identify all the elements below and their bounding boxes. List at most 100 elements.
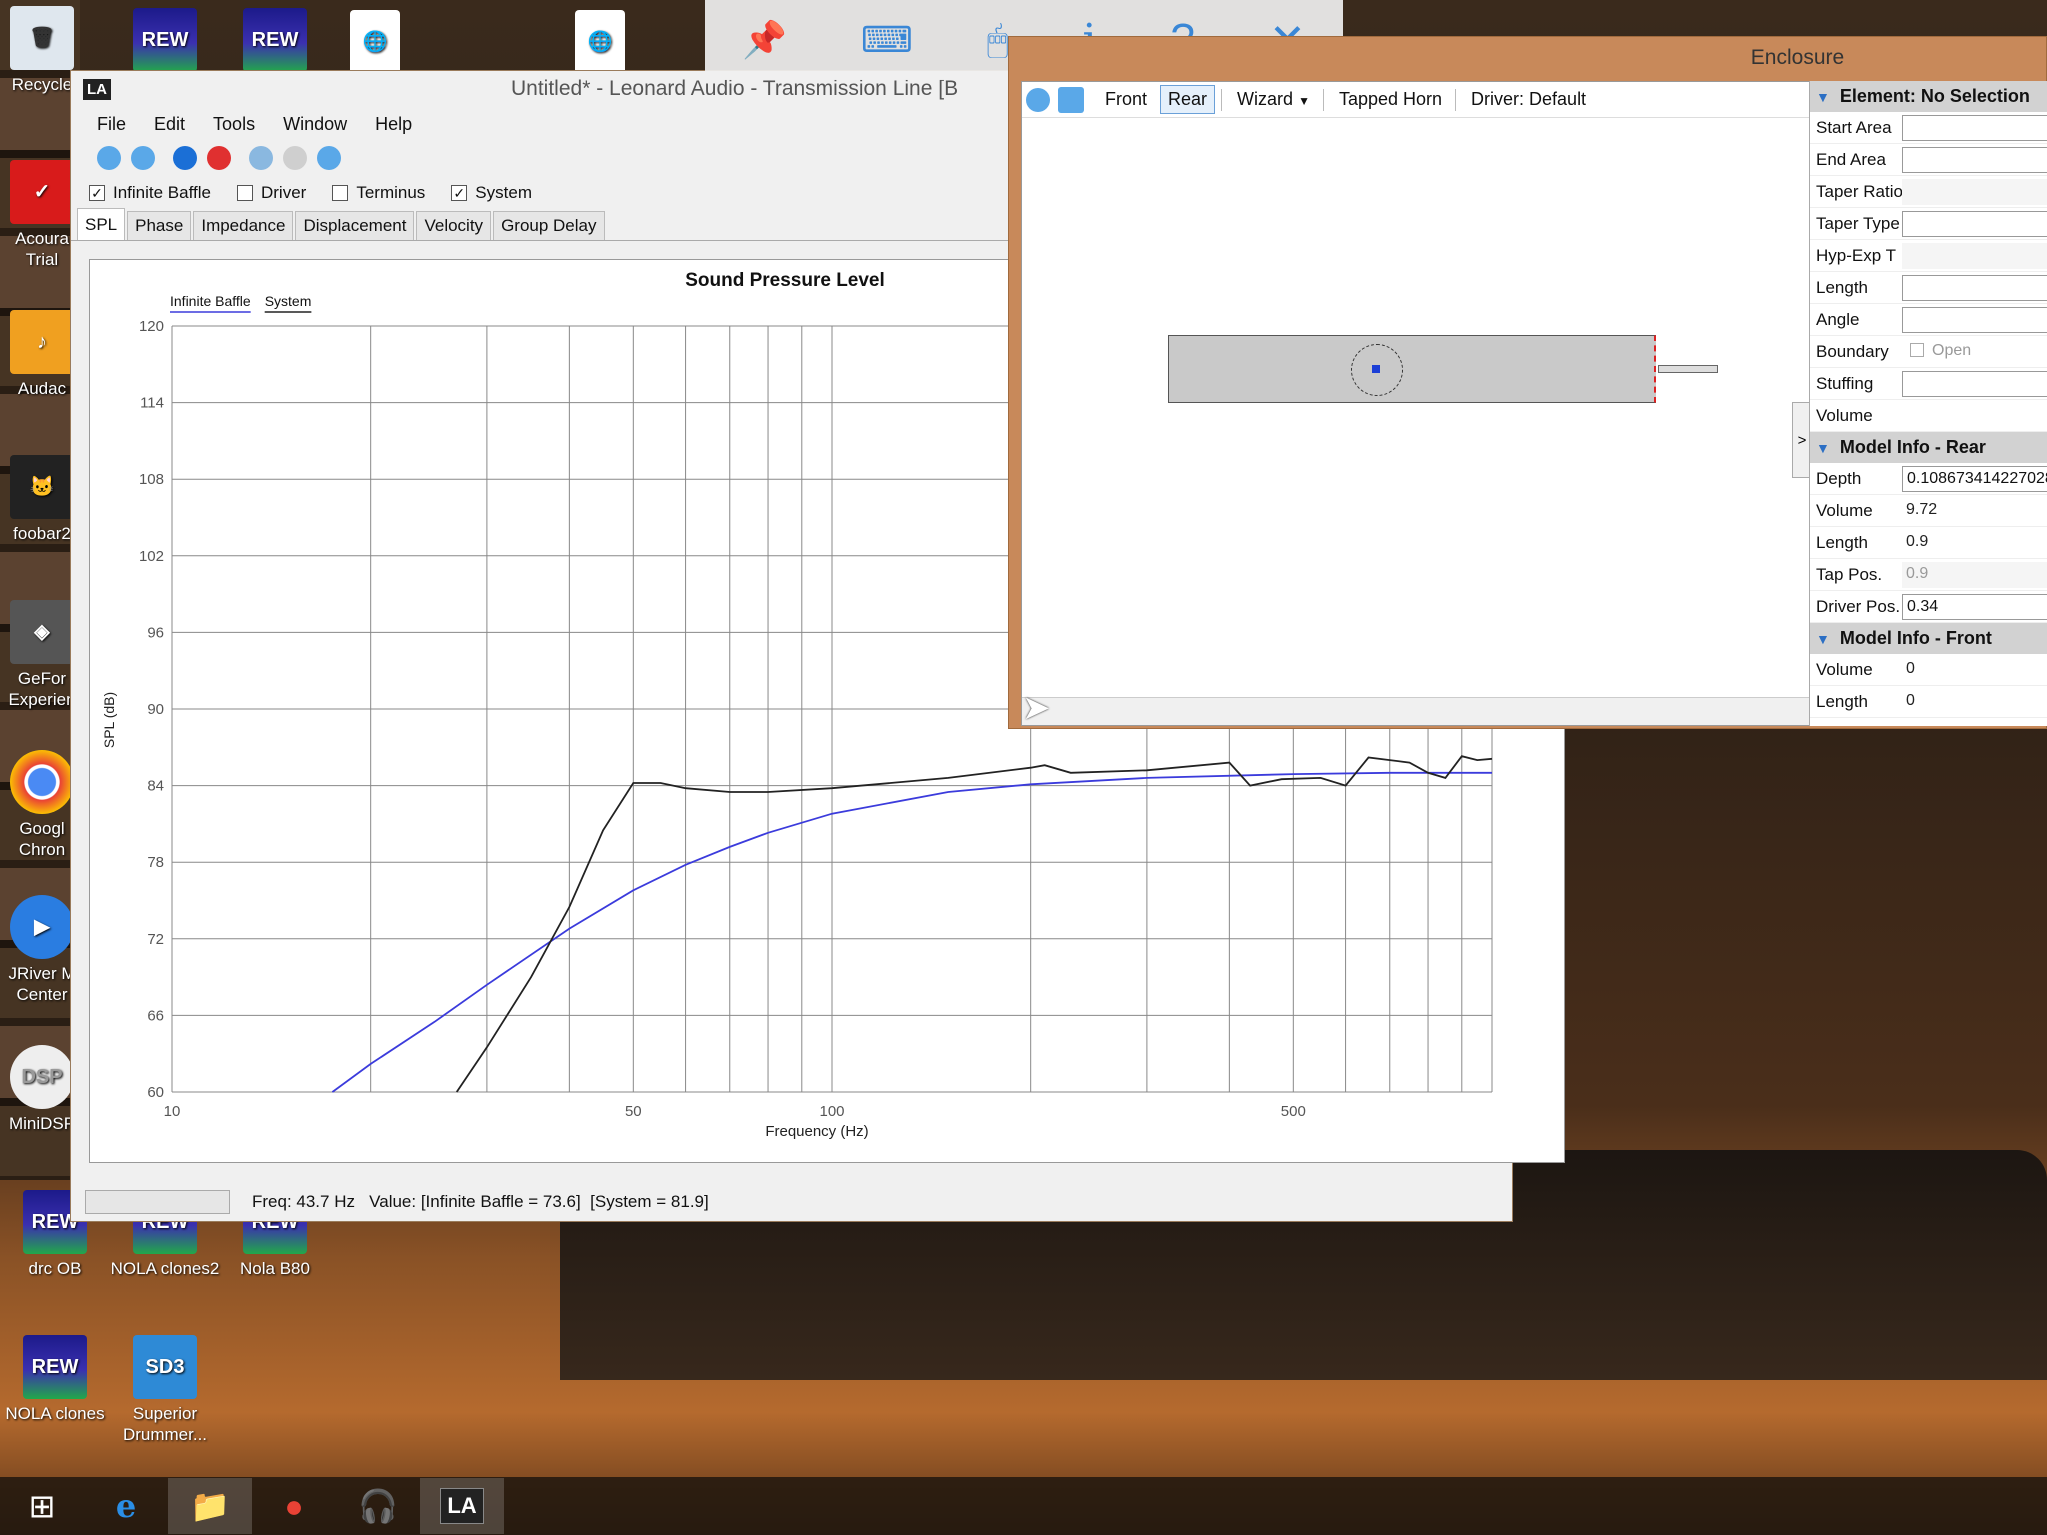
enclosure-title[interactable]: Enclosure bbox=[1009, 37, 2046, 79]
rear-section-header[interactable]: ▼ Model Info - Rear bbox=[1810, 432, 2047, 463]
property-value[interactable] bbox=[1902, 370, 2047, 397]
wizard-dropdown[interactable]: Wizard ▼ bbox=[1230, 86, 1317, 113]
sd3-badge: SD3 bbox=[145, 1355, 185, 1378]
tab-spl[interactable]: SPL bbox=[77, 208, 126, 240]
property-value bbox=[1902, 178, 2047, 205]
menu-help[interactable]: Help bbox=[375, 114, 412, 135]
toolbar-separator bbox=[1455, 88, 1457, 111]
property-value[interactable] bbox=[1902, 114, 2047, 141]
driver-selector[interactable]: Driver: Default bbox=[1464, 86, 1593, 113]
tab-phase[interactable]: Phase bbox=[127, 211, 192, 240]
property-row: Taper Type bbox=[1810, 208, 2047, 240]
front-button[interactable]: Front bbox=[1098, 86, 1154, 113]
desktop-icon-document-2[interactable]: 🌐 bbox=[555, 10, 645, 78]
rear-button[interactable]: Rear bbox=[1160, 85, 1216, 114]
windows-start-icon[interactable]: ⊞ bbox=[0, 1478, 84, 1534]
checkbox-system[interactable]: ✓ System bbox=[451, 183, 532, 203]
property-label: End Area bbox=[1816, 149, 1886, 169]
record-red-icon[interactable] bbox=[207, 146, 231, 170]
desktop-icon-label: Recycle bbox=[11, 75, 73, 94]
desktop-icon-superior-drummer[interactable]: SD3 Superior Drummer... bbox=[110, 1335, 220, 1445]
property-value: 9.72 bbox=[1906, 500, 1938, 518]
x-axis-label: Frequency (Hz) bbox=[765, 1123, 868, 1140]
property-value[interactable] bbox=[1902, 146, 2047, 173]
pin-icon[interactable]: 📌 bbox=[742, 19, 787, 61]
open-icon[interactable] bbox=[131, 146, 155, 170]
desktop-icon-label: Audac bbox=[17, 379, 67, 398]
explorer-icon[interactable]: 📁 bbox=[168, 1478, 252, 1534]
desktop-icon-nola-clones[interactable]: REW NOLA clones bbox=[0, 1335, 110, 1424]
headphones-icon[interactable]: 🎧 bbox=[336, 1478, 420, 1534]
new-icon[interactable] bbox=[97, 146, 121, 170]
rew-icon: REW bbox=[243, 8, 307, 72]
property-row: Stuffing bbox=[1810, 368, 2047, 400]
enclosure-canvas[interactable]: Front Rear Wizard ▼ Tapped Horn Driver: … bbox=[1021, 81, 1813, 726]
checkbox-terminus[interactable]: Terminus bbox=[332, 183, 425, 203]
mouse-icon[interactable]: 🖱 bbox=[987, 19, 1009, 62]
enclosure-box[interactable] bbox=[1168, 335, 1656, 403]
property-label: Tap Pos. bbox=[1816, 564, 1883, 584]
property-value[interactable] bbox=[1902, 210, 2047, 237]
property-row: Depth 0.108673414227028 bbox=[1810, 463, 2047, 495]
boundary-open-checkbox[interactable]: Open bbox=[1902, 339, 2047, 365]
tab-group-delay[interactable]: Group Delay bbox=[493, 211, 605, 240]
ie-icon[interactable]: e bbox=[84, 1478, 168, 1534]
property-value[interactable]: 0.108673414227028 bbox=[1902, 465, 2047, 492]
menu-file[interactable]: File bbox=[97, 114, 126, 135]
section-title: Element: No Selection bbox=[1839, 86, 2030, 106]
play-icon[interactable] bbox=[317, 146, 341, 170]
play-icon[interactable] bbox=[1026, 87, 1050, 112]
checkbox-box bbox=[236, 185, 253, 201]
chrome-icon bbox=[10, 750, 74, 814]
menu-edit[interactable]: Edit bbox=[154, 114, 185, 135]
property-label: Taper Ratio bbox=[1816, 181, 1902, 201]
tab-impedance[interactable]: Impedance bbox=[193, 211, 294, 240]
progress-indicator bbox=[85, 1190, 230, 1214]
element-section-header[interactable]: ▼ Element: No Selection bbox=[1810, 81, 2047, 112]
rew-badge: REW bbox=[31, 1355, 79, 1378]
geforce-icon: ◈ bbox=[10, 600, 74, 664]
element-fields: Start Area End Area Taper Ratio Taper Type H… bbox=[1810, 112, 2047, 432]
check-mark-icon: ✓ bbox=[451, 185, 468, 201]
tab-displacement[interactable]: Displacement bbox=[295, 211, 415, 240]
property-value: 0.9 bbox=[1902, 561, 2047, 588]
property-label: Depth bbox=[1816, 468, 1862, 488]
rew-icon: REW bbox=[23, 1335, 87, 1399]
step-forward-icon[interactable] bbox=[283, 146, 307, 170]
port-tube[interactable] bbox=[1658, 365, 1718, 373]
property-label: Boundary bbox=[1816, 341, 1889, 361]
menu-tools[interactable]: Tools bbox=[213, 114, 255, 135]
la-icon[interactable]: LA bbox=[420, 1478, 504, 1534]
driver-outline[interactable] bbox=[1351, 344, 1403, 396]
desktop-icon-label: Superior Drummer... bbox=[122, 1404, 208, 1444]
desktop-icon-rew-2[interactable]: REW bbox=[220, 8, 330, 76]
menu-window[interactable]: Window bbox=[283, 114, 347, 135]
tapped-horn-button[interactable]: Tapped Horn bbox=[1332, 86, 1449, 113]
desktop-icon-rew-1[interactable]: REW bbox=[110, 8, 220, 76]
front-section-header[interactable]: ▼ Model Info - Front bbox=[1810, 623, 2047, 654]
rew-icon: REW bbox=[133, 8, 197, 72]
property-row: Hyp-Exp T bbox=[1810, 240, 2047, 272]
tab-velocity[interactable]: Velocity bbox=[416, 211, 492, 240]
sd3-icon: SD3 bbox=[133, 1335, 197, 1399]
property-value[interactable] bbox=[1902, 274, 2047, 301]
desktop-icon-document-1[interactable]: 🌐 bbox=[330, 10, 420, 78]
section-title: Model Info - Front bbox=[1839, 628, 1992, 648]
web-document-icon: 🌐 bbox=[350, 10, 400, 74]
checkbox-driver[interactable]: Driver bbox=[236, 183, 306, 203]
checkbox-infinite-baffle[interactable]: ✓ Infinite Baffle bbox=[89, 183, 211, 203]
chrome-icon[interactable]: ● bbox=[252, 1478, 336, 1534]
desktop-icon-label: GeFor Experien bbox=[8, 669, 76, 709]
keyboard-icon[interactable]: ⌨ bbox=[861, 19, 913, 61]
property-label: Stuffing bbox=[1816, 373, 1874, 393]
wrench-icon[interactable] bbox=[1058, 86, 1084, 113]
property-value[interactable]: 0.34 bbox=[1902, 593, 2047, 620]
rew-badge: REW bbox=[141, 28, 189, 51]
section-title: Model Info - Rear bbox=[1839, 437, 1986, 457]
desktop-icon-label: JRiver M Center bbox=[8, 964, 76, 1004]
property-row: Taper Ratio bbox=[1810, 176, 2047, 208]
desktop-icon-label: MiniDSP bbox=[8, 1114, 76, 1133]
record-blue-icon[interactable] bbox=[173, 146, 197, 170]
property-value[interactable] bbox=[1902, 306, 2047, 333]
step-back-icon[interactable] bbox=[249, 146, 273, 170]
